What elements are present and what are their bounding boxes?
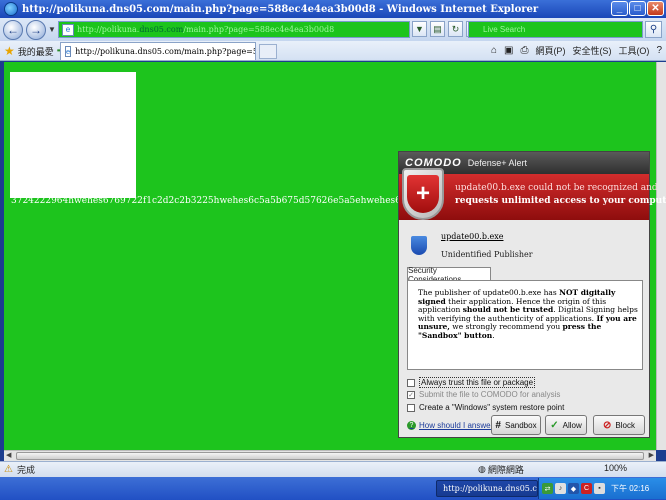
check-icon: ✓: [550, 419, 559, 431]
blue-shield-icon: [411, 236, 427, 255]
file-name-link[interactable]: update00.b.exe: [441, 232, 503, 241]
favorites-star-icon: ★: [4, 44, 15, 58]
comodo-alert-dialog: COMODO Defense+ Alert + update00.b.exe c…: [398, 151, 666, 438]
refresh-icon: ↻: [451, 23, 460, 34]
hash-text: 3724222964hwehes6769722f1c2d2c2b3225hweh…: [11, 196, 439, 206]
restore-point-label: Create a "Windows" system restore point: [419, 403, 565, 412]
help-icon[interactable]: ?: [656, 45, 662, 56]
address-toolbar: ← → ▼ e http://polikuna.dns05.com/main.p…: [0, 18, 666, 41]
search-icon: ⚲: [649, 24, 658, 35]
red-shield-icon: +: [402, 168, 444, 220]
tray-comodo-icon[interactable]: C: [581, 483, 592, 494]
checkbox-box[interactable]: [407, 378, 415, 387]
security-zone: ◍ 網際網路: [478, 463, 524, 476]
forward-button[interactable]: →: [26, 19, 46, 40]
globe-icon: ◍: [478, 464, 486, 474]
home-icon[interactable]: ⌂: [491, 45, 497, 56]
white-image-placeholder: [10, 72, 136, 198]
tray-network-icon[interactable]: ⇄: [542, 483, 553, 494]
maximize-button[interactable]: □: [629, 1, 646, 16]
back-arrow-icon: ←: [7, 22, 19, 37]
help-link[interactable]: ? How should I answer?: [407, 421, 498, 430]
favorites-label: 我的最愛: [17, 46, 54, 57]
refresh-button[interactable]: ↻: [448, 21, 463, 37]
new-tab-button[interactable]: [259, 44, 277, 59]
tab-title: http://polikuna.dns05.com/main.php?page=…: [75, 47, 255, 56]
tools-menu[interactable]: 工具(O): [618, 44, 649, 57]
ie-logo-icon: [4, 2, 18, 16]
comodo-subtitle: Defense+ Alert: [467, 158, 528, 168]
scroll-right-icon[interactable]: ▶: [649, 451, 654, 459]
minimize-button[interactable]: _: [611, 1, 628, 16]
search-button[interactable]: ⚲: [645, 21, 662, 38]
scrollbar-thumb[interactable]: [16, 452, 644, 460]
taskbar-item-label: http://polikuna.dns05.c...: [443, 484, 538, 493]
favorites-button[interactable]: ★ 我的最愛 ✚: [4, 44, 65, 58]
compatibility-icon[interactable]: ▤: [430, 21, 445, 37]
window-controls: _ □ ✕: [611, 1, 664, 16]
back-button[interactable]: ←: [3, 19, 23, 40]
clock[interactable]: 下午 02:16: [611, 483, 649, 494]
page-menu[interactable]: 網頁(P): [535, 44, 565, 57]
window-title: http://polikuna.dns05.com/main.php?page=…: [22, 3, 539, 15]
always-trust-checkbox[interactable]: Always trust this file or package: [407, 377, 536, 388]
warning-icon: ⚠: [4, 464, 13, 475]
publisher-label: Unidentified Publisher: [441, 250, 533, 259]
browser-tab[interactable]: e http://polikuna.dns05.com/main.php?pag…: [60, 42, 256, 60]
tab-favicon-icon: e: [65, 46, 72, 57]
close-button[interactable]: ✕: [647, 1, 664, 16]
window-titlebar: http://polikuna.dns05.com/main.php?page=…: [0, 0, 666, 18]
checkbox-box[interactable]: [407, 403, 415, 412]
submit-file-checkbox: ✓ Submit the file to COMODO for analysis: [407, 390, 560, 399]
tab-security-considerations[interactable]: Security Considerations: [407, 266, 491, 284]
scroll-left-icon[interactable]: ◀: [6, 451, 11, 459]
vertical-scrollbar[interactable]: [656, 62, 666, 450]
allow-label: Allow: [562, 420, 582, 430]
checkbox-box: ✓: [407, 390, 415, 399]
file-info: update00.b.exe Unidentified Publisher: [407, 228, 643, 264]
forward-arrow-icon: →: [30, 22, 42, 37]
block-button[interactable]: ⊘ Block: [593, 415, 645, 435]
page-favicon-icon: e: [62, 23, 74, 36]
horizontal-scrollbar[interactable]: ◀ ▶: [4, 450, 656, 461]
command-bar: ⌂ ▣ ⎙ 網頁(P) 安全性(S) 工具(O) ?: [491, 44, 662, 57]
address-dropdown-button[interactable]: ▼: [412, 21, 427, 37]
sandbox-label: Sandbox: [504, 420, 537, 430]
tab-toolbar: ★ 我的最愛 ✚ e http://polikuna.dns05.com/mai…: [0, 41, 666, 61]
security-panel: The publisher of update00.b.exe has NOT …: [407, 280, 643, 370]
zoom-level[interactable]: 100%: [604, 463, 627, 473]
alert-line-1: update00.b.exe could not be recognized a…: [455, 183, 658, 193]
alert-banner: + update00.b.exe could not be recognized…: [399, 168, 666, 220]
address-bar[interactable]: e http://polikuna.dns05.com/main.php?pag…: [58, 21, 410, 38]
restore-point-checkbox[interactable]: Create a "Windows" system restore point: [407, 403, 564, 412]
taskbar: http://polikuna.dns05.c... ⇄ ♪ ◆ C ▪ 下午 …: [0, 477, 666, 500]
status-text: 完成: [16, 465, 35, 475]
tray-app-icon[interactable]: ▪: [594, 483, 605, 494]
submit-file-label: Submit the file to COMODO for analysis: [419, 390, 561, 399]
search-placeholder: Live Search: [483, 25, 526, 34]
block-label: Block: [615, 420, 635, 430]
help-question-icon: ?: [407, 421, 416, 430]
tray-shield-icon[interactable]: ◆: [568, 483, 579, 494]
sandbox-icon: #: [495, 419, 501, 431]
tray-speaker-icon[interactable]: ♪: [555, 483, 566, 494]
sandbox-button[interactable]: # Sandbox: [491, 415, 541, 435]
history-dropdown-icon[interactable]: ▼: [48, 25, 57, 34]
taskbar-item-ie[interactable]: http://polikuna.dns05.c...: [436, 480, 538, 497]
safety-menu[interactable]: 安全性(S): [572, 44, 611, 57]
status-bar: ⚠ 完成 ◍ 網際網路 100%: [0, 461, 666, 477]
help-link-label: How should I answer?: [419, 421, 498, 430]
allow-button[interactable]: ✓ Allow: [545, 415, 587, 435]
print-icon[interactable]: ⎙: [520, 45, 528, 56]
search-input[interactable]: Live Search: [468, 21, 643, 38]
address-url[interactable]: http://polikuna.dns05.com/main.php?page=…: [77, 25, 334, 34]
block-icon: ⊘: [603, 419, 612, 431]
alert-line-2: requests unlimited access to your comput…: [455, 196, 666, 206]
always-trust-label: Always trust this file or package: [419, 377, 536, 388]
security-description: The publisher of update00.b.exe has NOT …: [418, 288, 638, 340]
zone-label: 網際網路: [487, 465, 524, 475]
feeds-icon[interactable]: ▣: [504, 45, 513, 56]
system-tray: ⇄ ♪ ◆ C ▪ 下午 02:16: [538, 478, 666, 499]
